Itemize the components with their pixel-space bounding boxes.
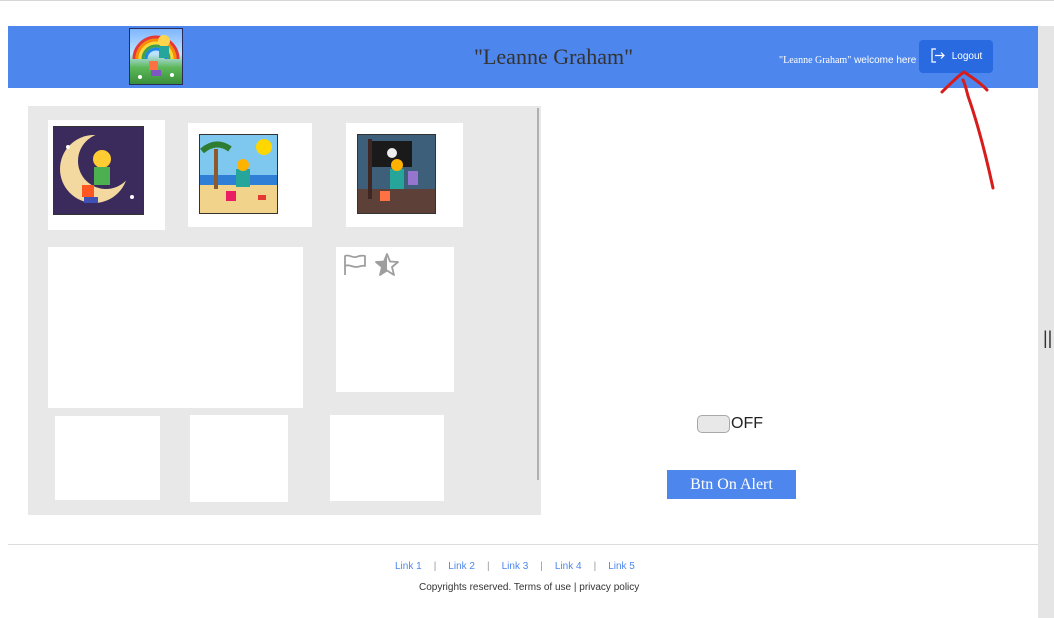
footer-link-4[interactable]: Link 4 xyxy=(555,561,582,572)
gallery-card-2[interactable] xyxy=(188,123,312,227)
gallery-card-8[interactable] xyxy=(330,415,444,501)
star-icon[interactable] xyxy=(375,253,399,281)
page-scrollbar[interactable]: || xyxy=(1038,26,1054,618)
scrollbar-grip-icon[interactable]: || xyxy=(1043,329,1052,347)
footer-link-3[interactable]: Link 3 xyxy=(502,561,529,572)
footer-divider xyxy=(8,544,1038,545)
gallery-card-3[interactable] xyxy=(346,123,463,227)
gallery-card-7[interactable] xyxy=(190,415,288,502)
footer-separator: | xyxy=(540,561,543,572)
footer-separator: | xyxy=(486,561,490,572)
page-title: "Leanne Graham" xyxy=(474,44,634,69)
gallery-card-4[interactable] xyxy=(48,247,303,408)
footer-copyright: Copyrights reserved. Terms of use | priv… xyxy=(419,582,640,593)
welcome-text: welcome here xyxy=(854,55,917,66)
welcome-username: "Leanne Graham" xyxy=(779,55,852,66)
app-header: "Leanne Graham" "Leanne Graham" welcome … xyxy=(8,26,1038,88)
gallery-card-5[interactable] xyxy=(336,247,454,392)
gallery-card-1[interactable] xyxy=(48,120,165,230)
footer-links: Link 1 | Link 2 | Link 3 | Link 4 | Link… xyxy=(395,561,635,572)
app-logo[interactable] xyxy=(129,28,183,85)
footer-separator: | xyxy=(433,561,437,572)
toggle-switch[interactable] xyxy=(697,415,730,433)
toggle-label: OFF xyxy=(731,415,763,432)
welcome-message: "Leanne Graham" welcome here xyxy=(779,55,916,66)
footer-link-1[interactable]: Link 1 xyxy=(395,561,422,572)
footer-link-5[interactable]: Link 5 xyxy=(608,561,635,572)
gallery-card-6[interactable] xyxy=(55,416,160,500)
top-divider xyxy=(0,0,1054,1)
moon-rainbow-character-art[interactable] xyxy=(53,126,144,215)
beach-rainbow-character-art[interactable] xyxy=(199,134,278,214)
alert-toggle[interactable]: OFF xyxy=(697,415,763,433)
gallery-scrollbar[interactable] xyxy=(537,108,539,480)
pirate-rainbow-character-art[interactable] xyxy=(357,134,436,214)
footer-separator: | xyxy=(593,561,597,572)
annotation-arrow-icon xyxy=(940,70,995,190)
footer-link-2[interactable]: Link 2 xyxy=(448,561,475,572)
flag-icon[interactable] xyxy=(343,254,367,281)
btn-on-alert[interactable]: Btn On Alert xyxy=(667,470,796,499)
